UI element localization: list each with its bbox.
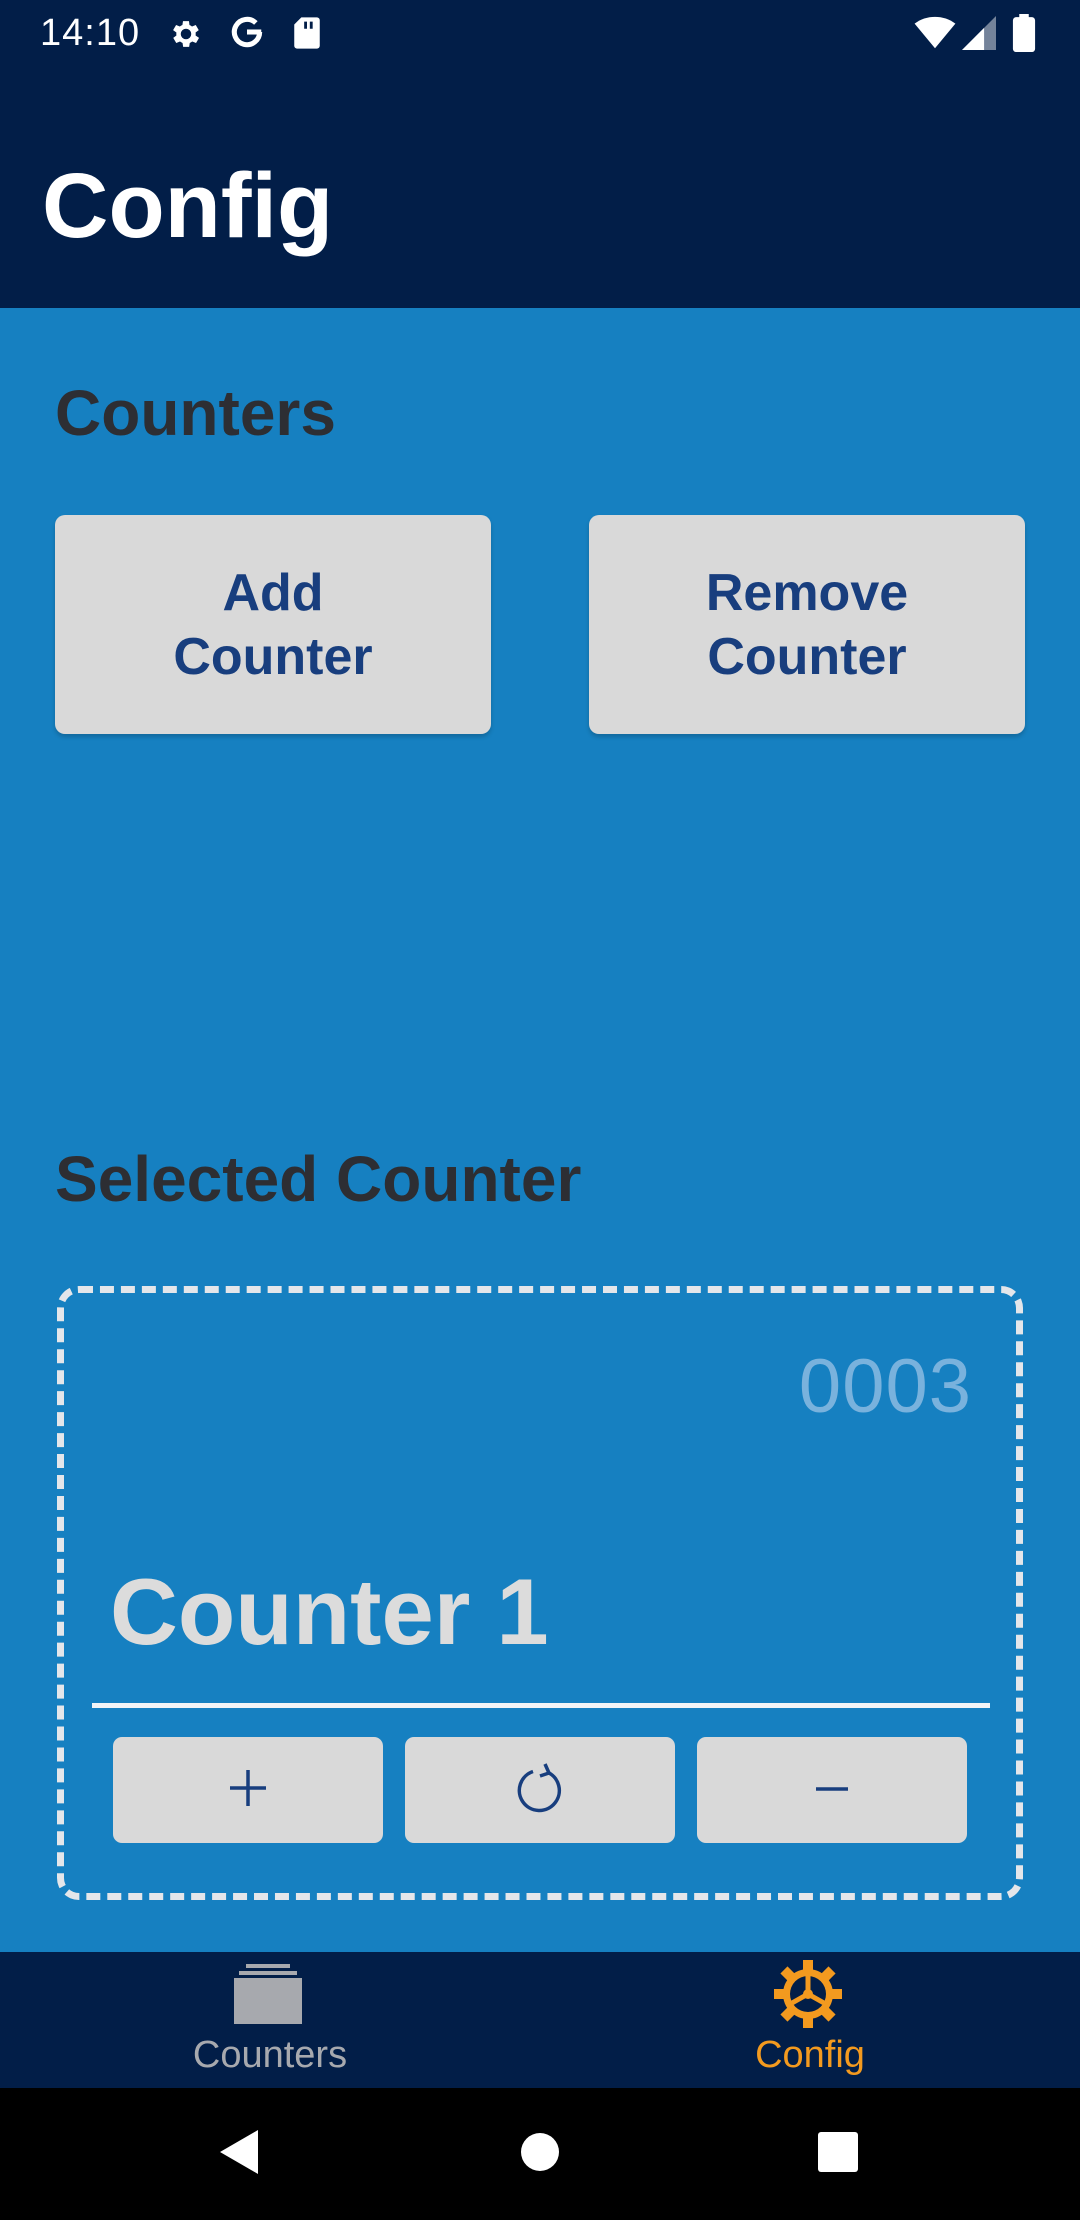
bottom-navigation: Counters Config <box>0 1952 1080 2088</box>
counter-count: 0003 <box>798 1344 972 1429</box>
home-icon[interactable] <box>520 2132 560 2177</box>
nav-label-config: Config <box>755 2034 865 2076</box>
signal-icon <box>962 16 996 55</box>
counter-name: Counter 1 <box>110 1559 549 1664</box>
nav-item-config[interactable]: Config <box>540 1952 1080 2088</box>
gear-icon <box>772 1958 844 2035</box>
counter-divider <box>92 1703 990 1708</box>
status-time: 14:10 <box>40 12 141 54</box>
google-icon <box>228 12 266 57</box>
page-title: Config <box>42 155 334 257</box>
sd-card-icon <box>292 16 322 55</box>
refresh-icon <box>515 1762 565 1819</box>
app-header: 14:10 Config <box>0 0 1080 308</box>
remove-counter-label: Remove Counter <box>705 563 909 686</box>
battery-icon <box>1012 14 1036 57</box>
add-counter-button[interactable]: Add Counter <box>55 515 491 734</box>
nav-label-counters: Counters <box>192 2034 348 2076</box>
stack-icon <box>232 1962 304 2031</box>
increment-button[interactable] <box>113 1737 383 1843</box>
add-counter-label: Add Counter <box>173 563 373 686</box>
minus-icon <box>814 1781 850 1799</box>
selected-counter-card[interactable]: 0003 Counter 1 <box>57 1286 1023 1900</box>
recents-icon[interactable] <box>817 2132 859 2177</box>
plus-icon <box>226 1766 270 1815</box>
remove-counter-button[interactable]: Remove Counter <box>589 515 1025 734</box>
nav-item-counters[interactable]: Counters <box>0 1952 540 2088</box>
config-screen: 14:10 Config Counters Add Counter Remove… <box>0 0 1080 2220</box>
decrement-button[interactable] <box>697 1737 967 1843</box>
gear-icon <box>168 16 204 57</box>
reset-button[interactable] <box>405 1737 675 1843</box>
status-bar: 14:10 <box>0 0 1080 66</box>
back-icon[interactable] <box>218 2128 260 2181</box>
selected-counter-section-title: Selected Counter <box>55 1143 582 1215</box>
system-navigation-bar <box>0 2088 1080 2220</box>
wifi-icon <box>914 16 956 55</box>
counters-section-title: Counters <box>55 377 336 449</box>
config-content[interactable]: Counters Add Counter Remove Counter Sele… <box>0 308 1080 1952</box>
